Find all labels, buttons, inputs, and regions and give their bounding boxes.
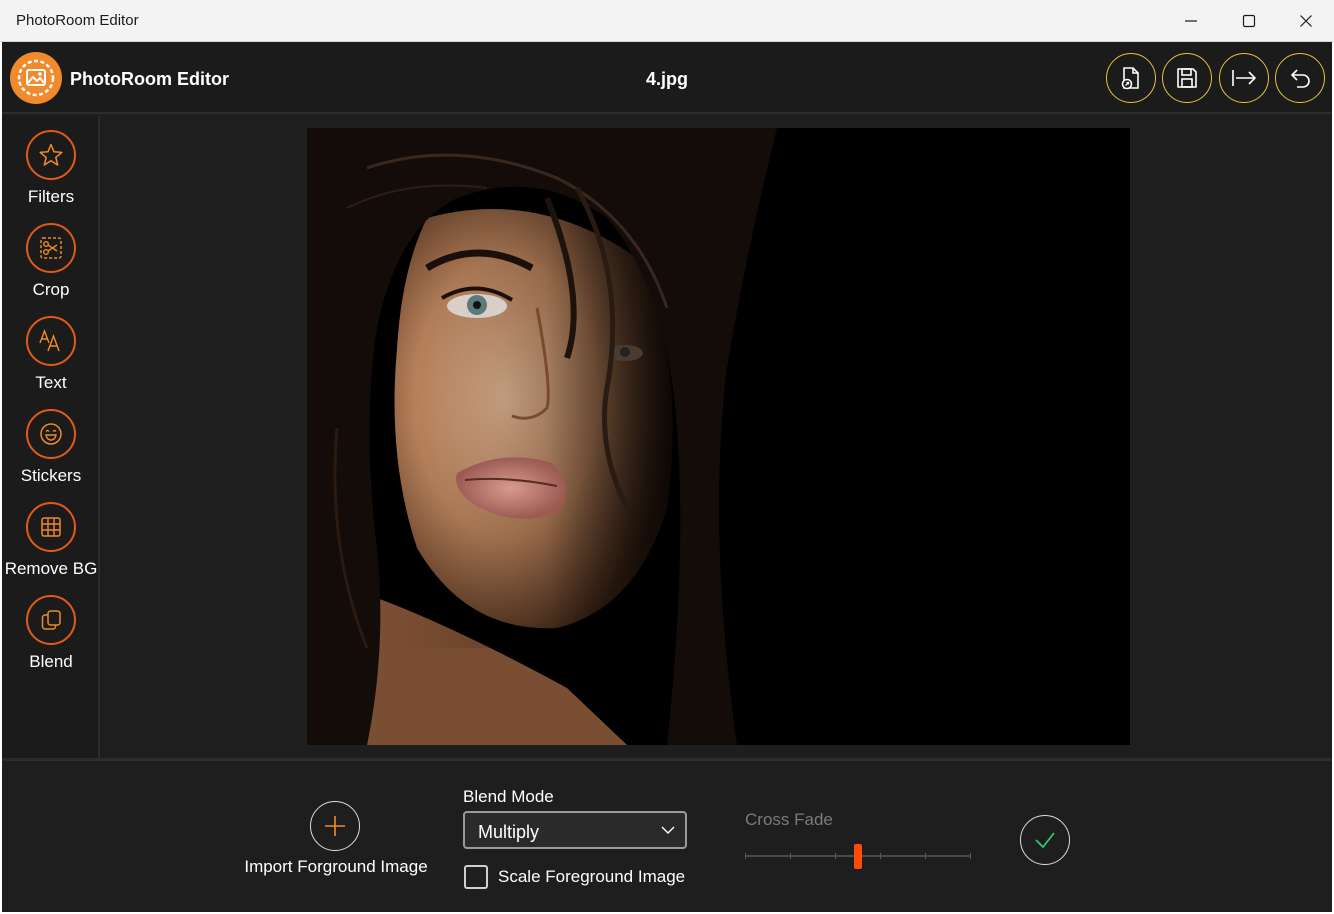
slider-tick bbox=[745, 853, 746, 859]
blend-circle bbox=[26, 595, 76, 645]
stickers-circle bbox=[26, 409, 76, 459]
save-button[interactable] bbox=[1162, 53, 1212, 103]
slider-tick bbox=[925, 853, 926, 859]
copy-icon bbox=[41, 610, 61, 630]
text-icon bbox=[39, 329, 60, 352]
grid-icon bbox=[41, 517, 61, 537]
text-circle bbox=[26, 316, 76, 366]
export-button[interactable] bbox=[1219, 53, 1269, 103]
close-button[interactable] bbox=[1277, 0, 1334, 42]
remove-bg-circle bbox=[26, 502, 76, 552]
minimize-icon bbox=[1185, 20, 1197, 22]
sidebar-item-label: Remove BG bbox=[4, 559, 98, 578]
minimize-button[interactable] bbox=[1162, 0, 1220, 42]
logo-icon bbox=[17, 59, 55, 97]
app-header: PhotoRoom Editor 4.jpg bbox=[2, 42, 1332, 114]
window-titlebar: PhotoRoom Editor bbox=[0, 0, 1334, 42]
cross-fade-label: Cross Fade bbox=[745, 810, 833, 829]
undo-icon bbox=[1290, 69, 1310, 88]
open-file-icon bbox=[1121, 67, 1139, 90]
app-logo bbox=[10, 52, 62, 104]
slider-tick bbox=[790, 853, 791, 859]
import-foreground-label: Import Forground Image bbox=[244, 857, 428, 876]
editor-canvas bbox=[102, 116, 1332, 758]
slider-tick bbox=[970, 853, 971, 859]
blend-mode-label: Blend Mode bbox=[463, 787, 554, 806]
crop-circle bbox=[26, 223, 76, 273]
sidebar-item-label: Stickers bbox=[20, 466, 82, 485]
blend-mode-value: Multiply bbox=[478, 822, 540, 842]
sidebar-item-stickers[interactable]: Stickers bbox=[2, 409, 100, 499]
sidebar-item-label: Blend bbox=[29, 652, 73, 671]
maximize-button[interactable] bbox=[1220, 0, 1278, 42]
blend-panel: Import Forground Image Blend Mode Multip… bbox=[2, 758, 1332, 912]
app-window: PhotoRoom Editor 4.jpg Filters Crop Text… bbox=[2, 42, 1332, 912]
scale-foreground-label[interactable]: Scale Foreground Image bbox=[498, 867, 685, 887]
sidebar-item-filters[interactable]: Filters bbox=[2, 130, 100, 220]
chevron-down-icon bbox=[661, 826, 675, 834]
slider-tick bbox=[880, 853, 881, 859]
sidebar-item-label: Filters bbox=[27, 187, 75, 206]
cross-fade-slider[interactable] bbox=[745, 841, 971, 871]
sidebar-item-remove-bg[interactable]: Remove BG bbox=[2, 502, 100, 592]
star-icon bbox=[39, 143, 63, 166]
apply-button[interactable] bbox=[1020, 815, 1070, 865]
blend-mode-select[interactable]: Multiply bbox=[463, 811, 687, 849]
portrait-image bbox=[307, 128, 1130, 745]
close-icon bbox=[1300, 15, 1312, 27]
crop-icon bbox=[40, 237, 62, 259]
undo-button[interactable] bbox=[1275, 53, 1325, 103]
slider-tick bbox=[835, 853, 836, 859]
window-title: PhotoRoom Editor bbox=[16, 12, 139, 29]
sidebar-item-blend[interactable]: Blend bbox=[2, 595, 100, 685]
save-icon bbox=[1177, 68, 1197, 88]
plus-icon bbox=[325, 816, 345, 836]
smiley-icon bbox=[40, 423, 62, 445]
open-file-button[interactable] bbox=[1106, 53, 1156, 103]
export-icon bbox=[1232, 70, 1257, 86]
slider-thumb[interactable] bbox=[854, 844, 862, 869]
app-name: PhotoRoom Editor bbox=[70, 69, 229, 89]
sidebar-item-text[interactable]: Text bbox=[2, 316, 100, 406]
maximize-icon bbox=[1242, 14, 1256, 28]
filters-circle bbox=[26, 130, 76, 180]
sidebar-item-crop[interactable]: Crop bbox=[2, 223, 100, 313]
edited-photo[interactable] bbox=[307, 128, 1130, 745]
sidebar-item-label: Crop bbox=[32, 280, 70, 299]
sidebar-item-label: Text bbox=[35, 373, 67, 392]
import-foreground-button[interactable] bbox=[310, 801, 360, 851]
tool-sidebar: Filters Crop Text Stickers Remove BG Ble… bbox=[2, 116, 100, 758]
scale-foreground-checkbox[interactable] bbox=[464, 865, 488, 889]
checkmark-icon bbox=[1035, 832, 1055, 849]
